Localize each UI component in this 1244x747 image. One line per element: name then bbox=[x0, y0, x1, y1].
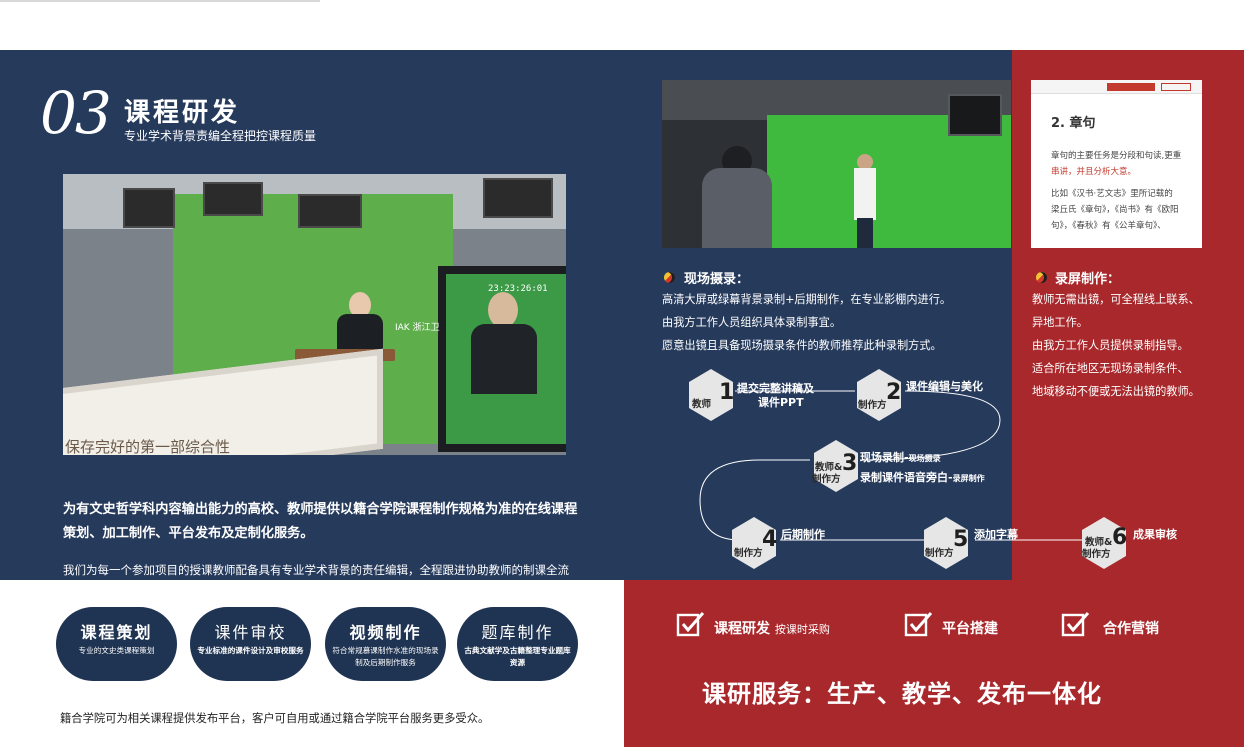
section-title: 课程研发 bbox=[124, 98, 241, 128]
screenshot-line: 比如《汉书·艺文志》里所记载的 bbox=[1051, 189, 1173, 199]
screen-line: 地域移动不便或无法出镜的教师。 bbox=[1032, 385, 1200, 398]
studio-lamp bbox=[483, 178, 553, 218]
step-role: 制作方 bbox=[1082, 549, 1111, 560]
feature-label: 课程研发 bbox=[714, 621, 770, 637]
step-number: 4 bbox=[762, 527, 778, 552]
intro-normal: 我们为每一个参加项目的授课教师配备具有专业学术背景的责任编辑，全程跟进协助教师的… bbox=[63, 563, 569, 601]
feature-marketing: 合作营销 bbox=[1103, 621, 1159, 637]
studio-photo: 23:23:26:01 IAK 浙江卫 保存完好的第一部综合性 bbox=[63, 174, 566, 455]
pill-title: 课件审校 bbox=[214, 623, 287, 642]
talent-legs bbox=[857, 218, 873, 248]
screenshot-line: 梁丘氏《章句》，《尚书》有《欧阳 bbox=[1051, 205, 1179, 215]
service-pill-course-planning: 课程策划 专业的文史类课程策划 bbox=[56, 607, 177, 681]
checkbox-icon bbox=[676, 612, 705, 637]
screen-title: 录屏制作： bbox=[1055, 272, 1121, 287]
step-text-note: 录屏制作 bbox=[952, 474, 985, 483]
book-text: 保存完好的第一部综合性 bbox=[65, 438, 231, 455]
top-divider bbox=[0, 0, 320, 2]
step-role: 制作方 bbox=[925, 548, 954, 559]
screenshot-line: 章句的主要任务是分段和句读,更重 bbox=[1051, 151, 1182, 161]
pill-title: 视频制作 bbox=[349, 623, 422, 642]
checkbox-icon bbox=[1061, 612, 1090, 637]
footer-note: 籍合学院可为相关课程提供发布平台，客户可自用或通过籍合学院平台服务更多受众。 bbox=[60, 712, 490, 725]
monitor-presenter-body bbox=[471, 324, 537, 394]
onsite-title: 现场摄录： bbox=[684, 272, 750, 287]
pill-subtitle: 古典文献学及古籍整理专业题库资源 bbox=[464, 646, 571, 667]
intro-bold: 为有文史哲学科内容输出能力的高校、教师提供以籍合学院课程制作规格为准的在线课程策… bbox=[63, 502, 578, 541]
section-number: 03 bbox=[40, 79, 112, 147]
bullet-dot-icon bbox=[664, 272, 675, 283]
pill-subtitle: 专业标准的课件设计及审校服务 bbox=[197, 646, 304, 655]
step-text: 成果审核 bbox=[1133, 528, 1177, 541]
service-pill-question-bank: 题库制作 古典文献学及古籍整理专业题库资源 bbox=[457, 607, 578, 681]
studio-lamp bbox=[203, 182, 263, 216]
presenter-body bbox=[337, 314, 383, 354]
onsite-photo bbox=[662, 80, 1011, 248]
feature-platform: 平台搭建 bbox=[942, 621, 998, 637]
step-text: 现场录制-现场摄录 bbox=[860, 451, 941, 466]
screen-line: 教师无需出镜，可全程线上联系、 bbox=[1032, 293, 1200, 306]
studio-lamp bbox=[123, 188, 175, 228]
service-pill-video-production: 视频制作 符合常规慕课制作水准的现场录制及后期制作服务 bbox=[325, 607, 446, 681]
step-text: 录制课件语音旁白-录屏制作 bbox=[860, 471, 985, 486]
pill-subtitle: 专业的文史类课程策划 bbox=[78, 646, 155, 655]
step-role: 教师 bbox=[692, 399, 712, 410]
step-number: 1 bbox=[719, 380, 735, 405]
talent-body bbox=[854, 168, 876, 220]
step-role: 制作方 bbox=[734, 548, 763, 559]
step-text: 课件PPT bbox=[758, 396, 804, 409]
feature-note: 按课时采购 bbox=[774, 623, 830, 636]
section-subtitle: 专业学术背景责编全程把控课程质量 bbox=[124, 129, 317, 143]
red-panel-bottom bbox=[624, 580, 1244, 747]
monitor-timecode: 23:23:26:01 bbox=[488, 284, 548, 294]
screenshot-tab bbox=[1107, 83, 1155, 91]
step-text: 后期制作 bbox=[781, 528, 825, 541]
step-text-main: 现场录制- bbox=[860, 451, 909, 464]
pill-title: 题库制作 bbox=[481, 623, 554, 642]
screen-line: 适合所在地区无现场录制条件、 bbox=[1032, 362, 1189, 375]
step-role: 制作方 bbox=[858, 400, 887, 411]
feature-course-dev: 课程研发 按课时采购 bbox=[714, 618, 830, 638]
step-text: 添加字幕 bbox=[974, 528, 1018, 541]
onsite-line: 高清大屏或绿幕背景录制+后期制作，在专业影棚内进行。 bbox=[662, 293, 952, 306]
monitor-presenter-head bbox=[488, 292, 518, 328]
step-number: 5 bbox=[953, 527, 969, 552]
screenshot-body: 章句的主要任务是分段和句读,更重 串讲，并且分析大意。 比如《汉书·艺文志》里所… bbox=[1051, 148, 1202, 234]
monitor-label: IAK 浙江卫 bbox=[395, 323, 440, 333]
screenshot-heading: 2. 章句 bbox=[1051, 116, 1096, 131]
checkbox-icon bbox=[904, 612, 933, 637]
step-role: 教师& bbox=[815, 462, 843, 473]
step-text: 提交完整讲稿及 bbox=[737, 382, 814, 395]
screen-recording-screenshot: 2. 章句 章句的主要任务是分段和句读,更重 串讲，并且分析大意。 比如《汉书·… bbox=[1031, 80, 1202, 248]
screenshot-tab bbox=[1161, 83, 1191, 91]
slogan: 课研服务：生产、教学、发布一体化 bbox=[702, 680, 1102, 708]
onsite-line: 由我方工作人员组织具体录制事宜。 bbox=[662, 316, 842, 329]
screenshot-line: 串讲，并且分析大意。 bbox=[1051, 167, 1137, 177]
studio-light bbox=[948, 94, 1002, 136]
step-number: 6 bbox=[1112, 525, 1128, 550]
step-number: 3 bbox=[842, 451, 858, 476]
step-text-main: 录制课件语音旁白- bbox=[860, 471, 953, 484]
screen-line: 由我方工作人员提供录制指导。 bbox=[1032, 339, 1189, 352]
pill-title: 课程策划 bbox=[80, 623, 153, 642]
studio-lamp bbox=[298, 194, 362, 228]
onsite-line: 愿意出镜且具备现场摄录条件的教师推荐此种录制方式。 bbox=[662, 339, 942, 352]
pill-subtitle: 符合常规慕课制作水准的现场录制及后期制作服务 bbox=[332, 646, 439, 667]
step-text: 课件编辑与美化 bbox=[906, 380, 983, 393]
screenshot-line: 句》，《春秋》有《公羊章句》、 bbox=[1051, 221, 1166, 231]
bullet-dot-icon bbox=[1036, 272, 1047, 283]
step-role: 制作方 bbox=[812, 474, 841, 485]
screen-line: 异地工作。 bbox=[1032, 316, 1088, 329]
step-number: 2 bbox=[886, 380, 902, 405]
step-text-note: 现场摄录 bbox=[908, 454, 941, 463]
service-pill-courseware-review: 课件审校 专业标准的课件设计及审校服务 bbox=[190, 607, 311, 681]
camera-operator bbox=[702, 168, 772, 248]
step-role: 教师& bbox=[1085, 537, 1113, 548]
